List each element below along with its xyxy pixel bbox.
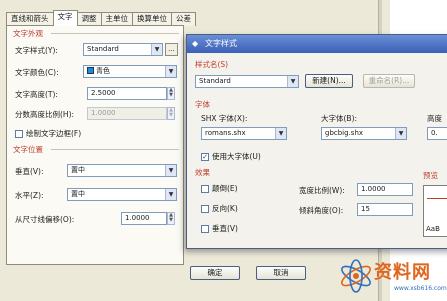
use-big-font-checkbox[interactable]: ✓ 使用大字体(U) — [201, 151, 261, 162]
height-input[interactable]: 0. — [427, 127, 447, 140]
vertical-checkbox[interactable]: 垂直(V) — [201, 223, 238, 234]
upside-down-checkbox[interactable]: 颠倒(E) — [201, 183, 238, 194]
dialog-title: 文字样式 — [205, 39, 237, 48]
chevron-down-icon[interactable]: ▼ — [395, 128, 406, 139]
oblique-angle-label: 倾斜角度(O): — [299, 206, 344, 215]
chevron-down-icon[interactable]: ▼ — [275, 128, 286, 139]
style-name-dropdown[interactable]: Standard ▼ — [195, 75, 299, 88]
tab-fit[interactable]: 调整 — [76, 12, 102, 26]
text-color-value: 青色 — [96, 67, 110, 75]
text-placement-heading: 文字位置 — [13, 145, 43, 154]
color-swatch — [87, 67, 94, 74]
text-height-input[interactable]: 2.5000 — [87, 87, 167, 100]
tab-text[interactable]: 文字 — [52, 10, 78, 26]
checkbox-box[interactable]: ✓ — [201, 152, 209, 161]
height-label: 高度 — [427, 114, 442, 123]
cancel-button[interactable]: 取消 — [256, 266, 306, 280]
text-tab-panel: 文字外观 文字样式(Y): Standard ▼ ... 文字颜色(C): 青色… — [6, 25, 184, 265]
app-icon: ◆ — [192, 39, 199, 48]
watermark-url: www.xsb616.com — [394, 285, 447, 292]
title-bar[interactable]: ◆ 文字样式 — [187, 35, 447, 53]
text-style-label: 文字样式(Y): — [15, 46, 58, 55]
chevron-down-icon[interactable]: ▼ — [287, 76, 298, 87]
horizontal-label: 水平(Z): — [15, 191, 44, 200]
oblique-angle-input[interactable]: 15 — [357, 203, 413, 216]
offset-input[interactable]: 1.0000 — [121, 212, 167, 225]
watermark-brand: 资料网 — [374, 262, 431, 283]
effects-heading: 效果 — [195, 168, 210, 177]
style-name-value: Standard — [199, 77, 231, 85]
section-divider — [51, 149, 179, 150]
text-color-dropdown[interactable]: 青色 ▼ — [83, 65, 177, 78]
fraction-height-label: 分数高度比例(H): — [15, 110, 75, 119]
vertical-dropdown[interactable]: 置中 ▼ — [67, 164, 177, 177]
checkbox-box[interactable] — [201, 184, 209, 193]
vertical-text-label: 垂直(V) — [212, 224, 238, 233]
text-style-value: Standard — [87, 45, 119, 53]
use-big-font-label: 使用大字体(U) — [212, 152, 261, 161]
checkbox-box[interactable] — [15, 129, 23, 138]
text-style-dialog: ◆ 文字样式 样式名(S) Standard ▼ 新建(N)... 重命名(R)… — [186, 34, 447, 249]
new-style-button[interactable]: 新建(N)... — [305, 74, 353, 88]
atom-logo-icon — [341, 259, 371, 293]
tab-lines-arrows[interactable]: 直线和箭头 — [6, 12, 54, 26]
width-factor-input[interactable]: 1.0000 — [357, 183, 413, 196]
width-factor-label: 宽度比例(W): — [299, 186, 345, 195]
backwards-checkbox[interactable]: 反向(K) — [201, 203, 238, 214]
font-heading: 字体 — [195, 100, 210, 109]
backwards-label: 反向(K) — [212, 204, 238, 213]
big-font-dropdown[interactable]: gbcbig.shx ▼ — [321, 127, 407, 140]
checkbox-box[interactable] — [201, 224, 209, 233]
chevron-down-icon[interactable]: ▼ — [165, 165, 176, 176]
shx-font-dropdown[interactable]: romans.shx ▼ — [201, 127, 287, 140]
draw-frame-label: 绘制文字边框(F) — [26, 129, 82, 138]
tab-primary-units[interactable]: 主单位 — [100, 12, 133, 26]
rename-style-button: 重命名(R)... — [363, 74, 415, 88]
big-font-value: gbcbig.shx — [325, 129, 364, 137]
chevron-down-icon[interactable]: ▼ — [165, 66, 176, 77]
style-name-heading: 样式名(S) — [195, 60, 229, 69]
text-height-label: 文字高度(T): — [15, 90, 58, 99]
chevron-down-icon[interactable]: ▼ — [151, 44, 162, 55]
tab-tolerances[interactable]: 公差 — [171, 12, 196, 26]
shx-font-label: SHX 字体(X): — [201, 114, 248, 123]
preview-box: AaB — [423, 185, 447, 237]
horizontal-value: 置中 — [71, 190, 85, 198]
tab-strip: 直线和箭头 文字 调整 主单位 换算单位 公差 — [6, 10, 196, 26]
horizontal-dropdown[interactable]: 置中 ▼ — [67, 188, 177, 201]
shx-font-value: romans.shx — [205, 129, 246, 137]
offset-label: 从尺寸线偏移(O): — [15, 215, 75, 224]
fraction-height-spinner: ▲ ▼ — [167, 107, 175, 120]
text-style-browse-button[interactable]: ... — [165, 43, 178, 56]
tab-alternate-units[interactable]: 换算单位 — [132, 12, 172, 26]
ok-button[interactable]: 确定 — [190, 266, 240, 280]
screen: 直线和箭头 文字 调整 主单位 换算单位 公差 文字外观 文字样式(Y): St… — [0, 0, 447, 301]
fraction-height-input: 1.0000 — [87, 107, 167, 120]
vertical-value: 置中 — [71, 166, 85, 174]
vertical-label: 垂直(V): — [15, 167, 44, 176]
text-style-dropdown[interactable]: Standard ▼ — [83, 43, 163, 56]
chevron-down-icon[interactable]: ▼ — [165, 189, 176, 200]
preview-text: AaB — [426, 225, 440, 233]
preview-heading: 预览 — [423, 171, 438, 180]
upside-down-label: 颠倒(E) — [212, 184, 238, 193]
text-height-spinner[interactable]: ▲ ▼ — [167, 87, 175, 100]
section-divider — [51, 33, 179, 34]
text-color-label: 文字颜色(C): — [15, 68, 59, 77]
preview-baseline — [427, 198, 447, 199]
checkbox-box[interactable] — [201, 204, 209, 213]
text-appearance-heading: 文字外观 — [13, 29, 43, 38]
offset-spinner[interactable]: ▲ ▼ — [167, 212, 175, 225]
draw-frame-checkbox[interactable]: 绘制文字边框(F) — [15, 128, 81, 139]
big-font-label: 大字体(B): — [321, 114, 358, 123]
watermark: 资料网 www.xsb616.com — [334, 250, 447, 301]
